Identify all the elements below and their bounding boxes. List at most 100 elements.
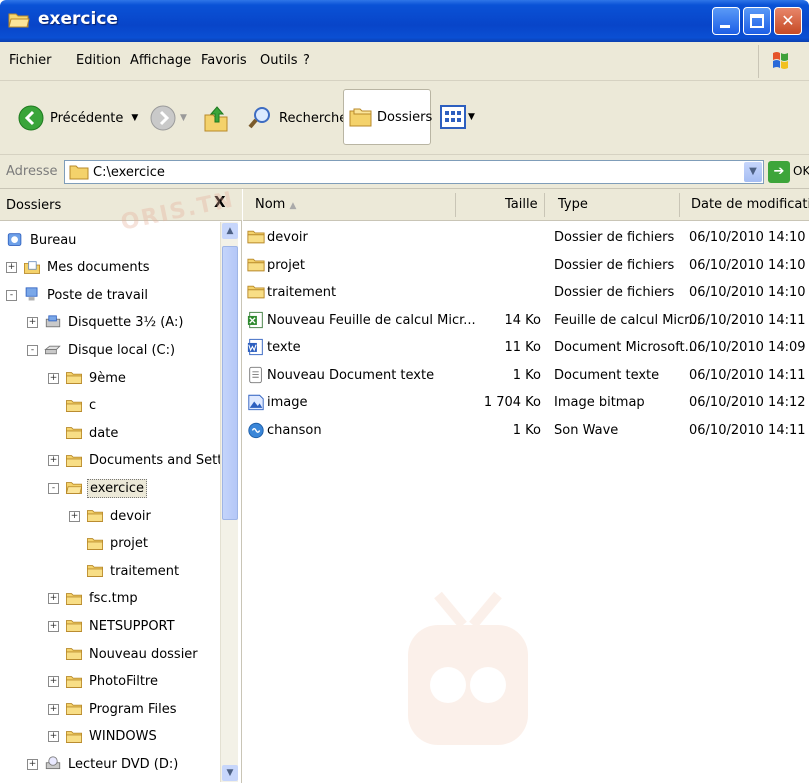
expand-icon[interactable]: + (48, 676, 59, 688)
column-taille[interactable]: Taille (505, 197, 538, 212)
expand-icon[interactable]: + (69, 510, 80, 522)
menu-help[interactable]: ? (303, 53, 310, 68)
tree-item-label: Disque local (C:) (68, 342, 176, 358)
scroll-down-icon[interactable]: ▼ (222, 765, 238, 781)
tree-item-label: c (89, 398, 97, 414)
folder-icon (66, 427, 82, 440)
collapse-icon[interactable]: - (27, 344, 38, 356)
file-row[interactable]: Nouveau Feuille de calcul Micr... 14 Ko Fe… (243, 308, 809, 335)
expand-icon[interactable]: + (48, 455, 59, 467)
close-icon: ✕ (781, 11, 795, 30)
watermark-logo-icon (408, 591, 528, 745)
tree-item[interactable]: - Poste de travail (6, 282, 150, 308)
file-type: Image bitmap (554, 395, 645, 410)
file-date: 06/10/2010 14:10 (689, 230, 806, 245)
go-label[interactable]: OK (793, 164, 809, 178)
file-row[interactable]: traitement Dossier de fichiers 06/10/2010 … (243, 280, 809, 307)
address-dropdown-icon[interactable]: ▼ (744, 162, 762, 182)
tree-item-label: date (89, 425, 119, 441)
tree-item[interactable]: - Disque local (C:) (27, 337, 177, 363)
expand-icon[interactable]: + (48, 372, 59, 384)
search-label: Rechercher (279, 110, 353, 126)
close-button[interactable]: ✕ (774, 7, 802, 35)
menu-edition[interactable]: Edition (76, 53, 121, 68)
file-date: 06/10/2010 14:12 (689, 395, 806, 410)
title-bar[interactable]: exercice ✕ (0, 0, 809, 42)
views-button[interactable]: ▼ (440, 105, 475, 129)
tree-item[interactable]: Nouveau dossier (48, 641, 200, 667)
tree-item[interactable]: traitement (69, 558, 181, 584)
menu-outils[interactable]: Outils (260, 53, 298, 68)
tree-item[interactable]: +9ème (48, 365, 128, 391)
folder-icon (87, 537, 103, 550)
tree-item[interactable]: + WINDOWS (48, 724, 159, 750)
file-row[interactable]: Nouveau Document texte 1 Ko Document texte… (243, 363, 809, 390)
expand-icon[interactable]: + (48, 593, 59, 605)
tree-item[interactable]: date (48, 420, 120, 446)
file-size: 1 Ko (512, 367, 541, 383)
file-list-pane: Nom ▲ Taille Type Date de modification d… (243, 189, 809, 783)
address-input[interactable]: C:\exercice ▼ (64, 160, 764, 184)
column-nom[interactable]: Nom ▲ (255, 197, 296, 212)
file-size: 14 Ko (504, 312, 541, 328)
expand-icon[interactable]: + (27, 317, 38, 329)
column-separator[interactable] (544, 193, 545, 217)
bitmap-file-icon (248, 394, 264, 411)
column-date[interactable]: Date de modification (691, 197, 809, 212)
tree-item[interactable]: c (48, 393, 98, 419)
tree-item[interactable]: - exercice (48, 475, 148, 501)
forward-arrow-icon (150, 105, 176, 131)
menu-affichage[interactable]: Affichage (130, 53, 191, 68)
tree-item[interactable]: + fsc.tmp (48, 586, 140, 612)
tree-item[interactable]: + Documents and Settir (48, 448, 233, 474)
tree-item[interactable]: Bureau (6, 227, 78, 253)
expand-icon[interactable]: + (48, 703, 59, 715)
collapse-icon[interactable]: - (48, 482, 59, 494)
search-button[interactable]: Rechercher (247, 105, 353, 131)
menu-fichier[interactable]: Fichier (9, 53, 52, 68)
menu-favoris[interactable]: Favoris (201, 53, 247, 68)
dvd-drive-icon (45, 756, 61, 770)
tree-item-label: Disquette 3½ (A:) (68, 315, 184, 331)
collapse-icon[interactable]: - (6, 289, 17, 301)
back-label: Précédente (50, 110, 124, 126)
tree-item[interactable]: + Mes documents (6, 255, 151, 281)
column-type[interactable]: Type (558, 197, 588, 212)
maximize-button[interactable] (743, 7, 771, 35)
minimize-button[interactable] (712, 7, 740, 35)
file-name: texte (267, 340, 301, 355)
scroll-up-icon[interactable]: ▲ (222, 223, 238, 239)
back-dropdown-icon[interactable]: ▼ (131, 113, 138, 123)
folders-scrollbar[interactable]: ▲ ▼ (220, 222, 238, 782)
file-date: 06/10/2010 14:10 (689, 257, 806, 273)
tree-item[interactable]: + PhotoFiltre (48, 669, 160, 695)
column-separator[interactable] (679, 193, 680, 217)
file-name: projet (267, 257, 305, 273)
expand-icon[interactable]: + (6, 262, 17, 274)
go-button[interactable]: ➔ (768, 161, 790, 183)
file-row[interactable]: projet Dossier de fichiers 06/10/2010 14:1… (243, 253, 809, 280)
file-row[interactable]: image 1 704 Ko Image bitmap 06/10/2010 14:1… (243, 390, 809, 417)
back-button[interactable]: Précédente ▼ (18, 105, 138, 131)
tree-item[interactable]: + Lecteur DVD (D:) (27, 751, 180, 777)
tree-item[interactable]: projet (69, 531, 150, 557)
tree-item[interactable]: + devoir (69, 503, 153, 529)
file-row[interactable]: devoir Dossier de fichiers 06/10/2010 14:1… (243, 225, 809, 252)
expand-icon[interactable]: + (27, 758, 38, 770)
views-dropdown-icon[interactable]: ▼ (468, 112, 475, 122)
up-folder-button[interactable] (203, 103, 229, 133)
tree-item[interactable]: + Program Files (48, 696, 179, 722)
file-row[interactable]: chanson 1 Ko Son Wave 06/10/2010 14:11 (243, 418, 809, 445)
folder-icon (66, 730, 82, 743)
forward-button[interactable]: ▼ (150, 105, 187, 131)
tree-item[interactable]: + NETSUPPORT (48, 613, 177, 639)
tree-item[interactable]: + Disquette 3½ (A:) (27, 310, 185, 336)
expand-icon[interactable]: + (48, 620, 59, 632)
folders-toggle-button[interactable]: Dossiers (343, 89, 432, 145)
column-separator[interactable] (455, 193, 456, 217)
file-row[interactable]: texte 11 Ko Document Microsoft... 06/10/201… (243, 335, 809, 362)
forward-dropdown-icon[interactable]: ▼ (180, 113, 187, 123)
scroll-thumb[interactable] (222, 246, 238, 520)
expand-icon[interactable]: + (48, 731, 59, 743)
tree-item-label: Nouveau dossier (89, 646, 198, 662)
